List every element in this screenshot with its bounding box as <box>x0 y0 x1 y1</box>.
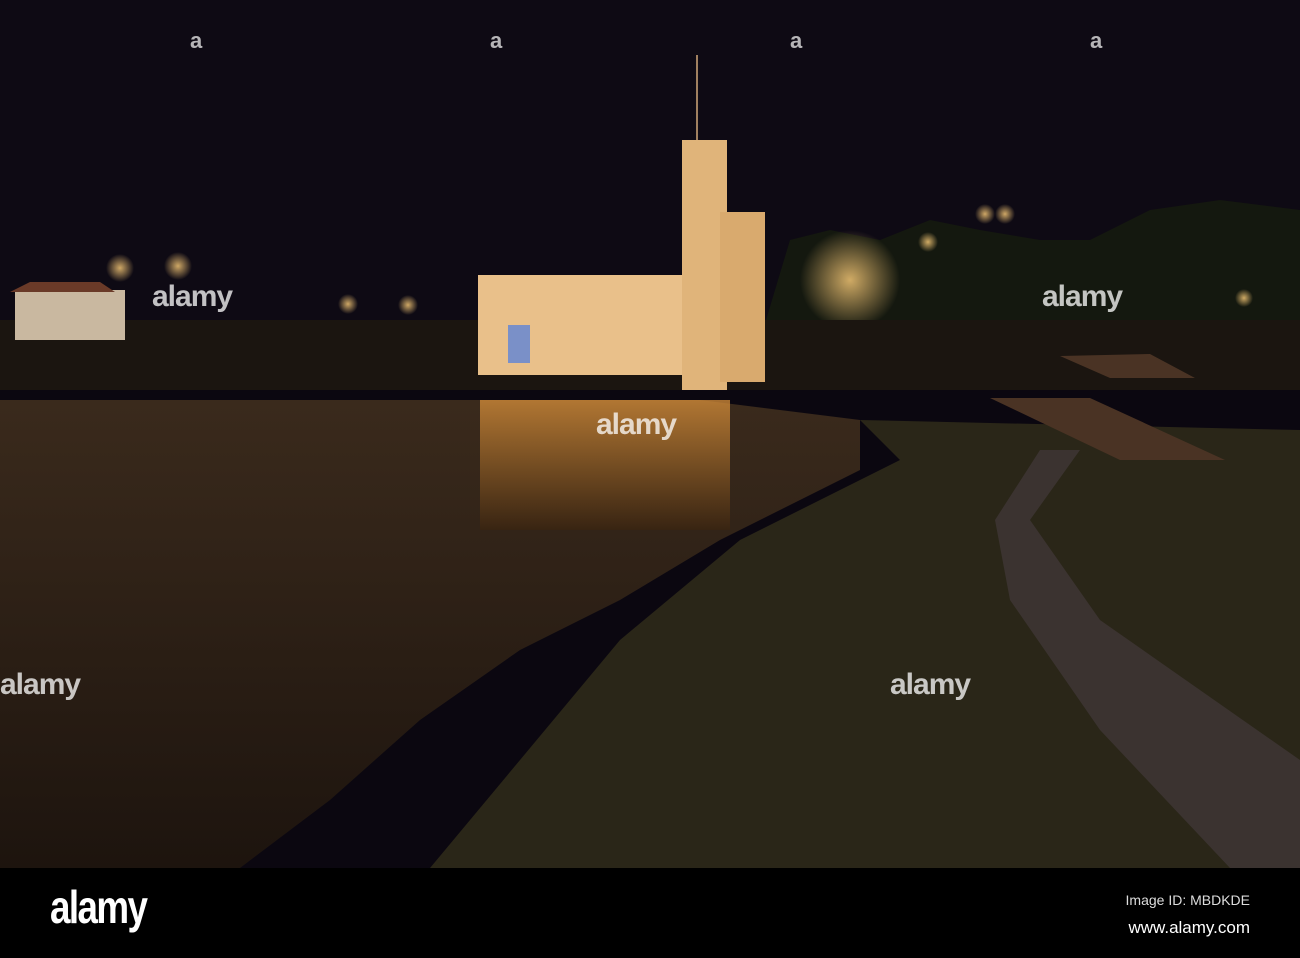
watermark-mark: a <box>190 28 203 53</box>
watermark: alamy <box>1042 280 1123 313</box>
footer-bar: alamy Image ID: MBDKDE www.alamy.com <box>0 868 1300 958</box>
watermark-mark: a <box>490 28 503 53</box>
tower-wing <box>720 212 765 382</box>
image-id: Image ID: MBDKDE <box>1125 892 1250 908</box>
watermark: alamy <box>152 280 233 313</box>
house <box>15 290 125 340</box>
lit-tree <box>800 230 900 330</box>
watermark: alamy <box>596 408 677 441</box>
watermark-mark: a <box>1090 28 1103 53</box>
watermark: alamy <box>890 668 971 701</box>
site-url: www.alamy.com <box>1128 918 1250 937</box>
stock-photo: a a a a alamy alamy alamy alamy alamy al… <box>0 0 1300 958</box>
watermark-mark: a <box>790 28 803 53</box>
alamy-logo: alamy <box>50 881 148 933</box>
watermark: alamy <box>0 668 81 701</box>
hall-window <box>508 325 530 363</box>
